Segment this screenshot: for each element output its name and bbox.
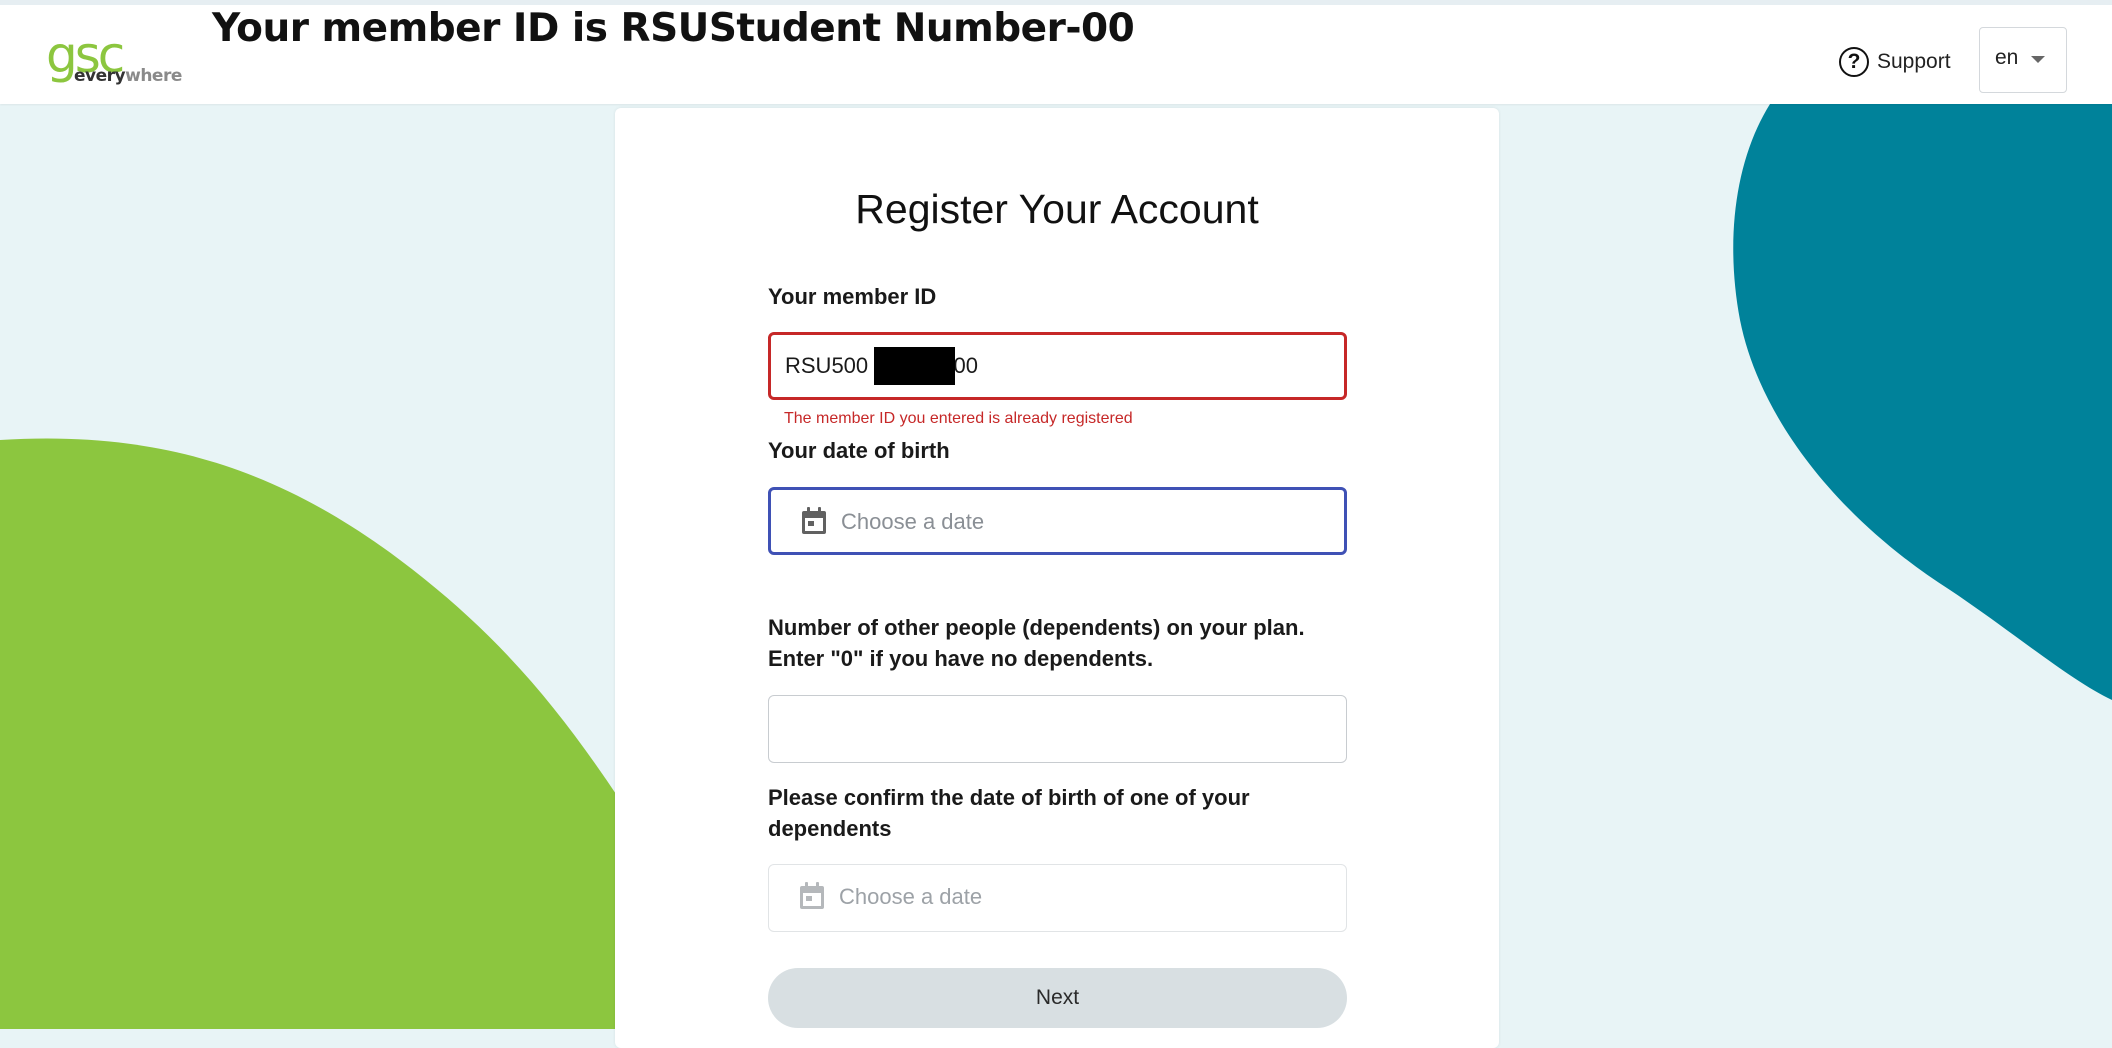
- dob-placeholder: Choose a date: [841, 509, 985, 534]
- page-title: Register Your Account: [855, 186, 1259, 232]
- logo-every-part: every: [74, 66, 126, 86]
- member-id-banner: Your member ID is RSUStudent Number-00: [212, 6, 1135, 51]
- calendar-icon[interactable]: [801, 507, 827, 535]
- dependent-dob-date-input[interactable]: Choose a date: [768, 864, 1347, 932]
- green-wave-shape: [0, 438, 620, 1029]
- logo-where-part: where: [125, 66, 182, 86]
- member-id-prefix: RSU500: [785, 353, 869, 378]
- dependent-dob-placeholder: Choose a date: [839, 884, 983, 909]
- header-bar: gsc everywhere Your member ID is RSUStud…: [0, 5, 2112, 104]
- support-label: Support: [1877, 50, 1951, 73]
- dependent-dob-label-line2: dependents: [768, 816, 892, 841]
- dob-label: Your date of birth: [768, 438, 950, 463]
- dependents-label-line1: Number of other people (dependents) on y…: [768, 615, 1305, 640]
- member-id-input[interactable]: RSU500 -00: [768, 332, 1347, 400]
- logo-everywhere-text: everywhere: [74, 66, 182, 86]
- redaction-box: [874, 347, 955, 385]
- dependents-label-line2: Enter "0" if you have no dependents.: [768, 646, 1154, 671]
- gsc-everywhere-logo[interactable]: gsc everywhere: [46, 30, 186, 93]
- member-id-error-message: The member ID you entered is already reg…: [784, 410, 1133, 427]
- dependents-count-input[interactable]: [768, 695, 1347, 763]
- dependent-dob-label: Please confirm the date of birth of one …: [768, 782, 1328, 844]
- help-circle-icon: ?: [1839, 47, 1869, 77]
- dependent-dob-label-line1: Please confirm the date of birth of one …: [768, 785, 1250, 810]
- language-select[interactable]: en: [1979, 27, 2067, 93]
- member-id-label: Your member ID: [768, 284, 937, 309]
- language-selected-value: en: [1995, 46, 2019, 69]
- calendar-icon[interactable]: [799, 882, 825, 910]
- registration-card: Register Your Account Your member ID RSU…: [615, 108, 1499, 1048]
- dependents-label: Number of other people (dependents) on y…: [768, 612, 1328, 674]
- support-link[interactable]: ? Support: [1839, 45, 1951, 79]
- chevron-down-icon: [2031, 56, 2045, 63]
- teal-blob-shape: [1733, 104, 2112, 700]
- dob-date-input[interactable]: Choose a date: [768, 487, 1347, 555]
- next-button[interactable]: Next: [768, 968, 1347, 1028]
